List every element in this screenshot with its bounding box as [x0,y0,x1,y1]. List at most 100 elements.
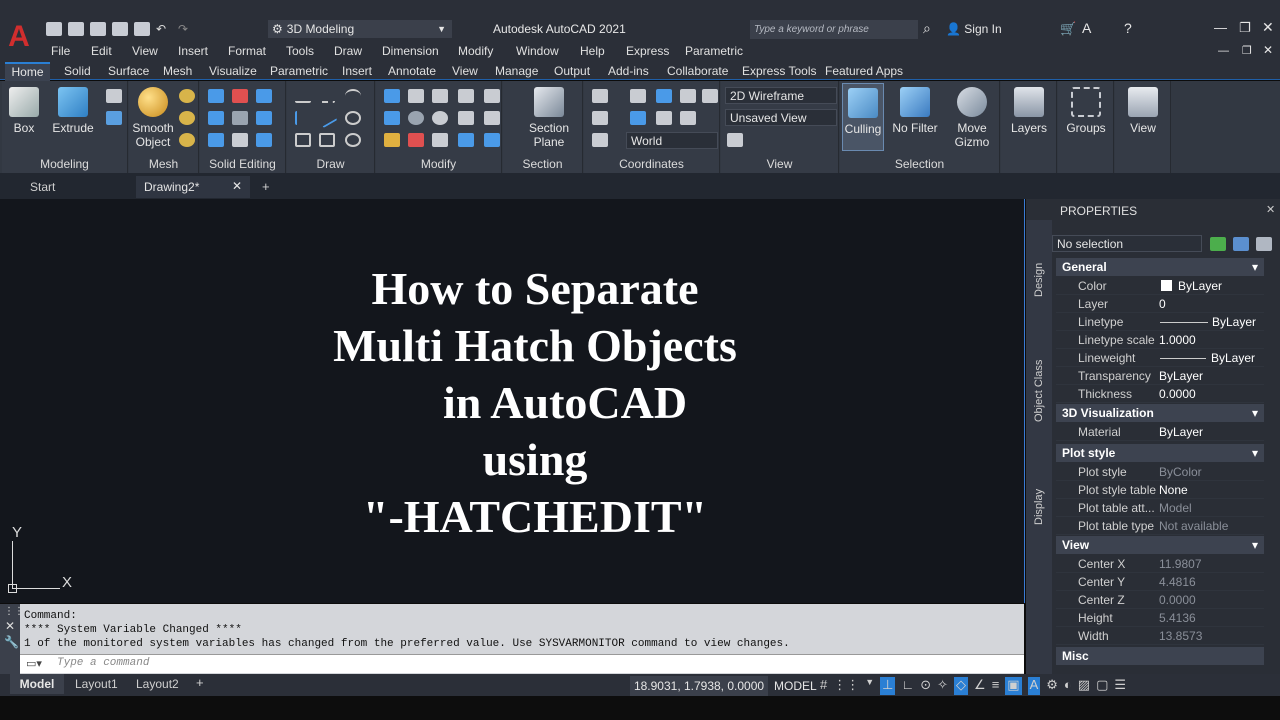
model-tab[interactable]: Model [10,674,64,694]
prop-row[interactable]: Lineweight ByLayer [1056,349,1264,367]
chevron-down-icon[interactable]: ▼ [865,677,874,695]
menu-window[interactable]: Window [516,44,559,58]
minimize-button[interactable]: — [1214,20,1227,35]
command-line-handle[interactable]: ⋮⋮ ✕ 🔧 [0,604,24,674]
subtract-icon[interactable] [232,89,248,103]
cart-icon[interactable]: 🛒 [1060,21,1076,37]
menu-edit[interactable]: Edit [91,44,112,58]
workspace-gear-icon[interactable]: ⚙ [1046,677,1058,695]
hardware-accel-icon[interactable]: ▨ [1078,677,1090,695]
union-icon[interactable] [208,89,224,103]
toggle-pickadd-icon[interactable] [1210,237,1226,251]
search-input[interactable]: Type a keyword or phrase [750,20,918,39]
menu-express[interactable]: Express [626,44,669,58]
circle-icon[interactable] [345,111,361,125]
panel-title-coordinates[interactable]: Coordinates [584,157,719,171]
prop-row[interactable]: Height 5.4136 [1056,609,1264,627]
prop-row[interactable]: Transparency ByLayer [1056,367,1264,385]
tab-surface[interactable]: Surface [108,64,149,78]
scale-icon[interactable] [458,111,474,125]
prop-row[interactable]: Material ByLayer [1056,423,1264,441]
ucs-x-icon[interactable] [630,89,646,103]
extract-edges-icon[interactable] [256,133,272,147]
new-tab-button[interactable]: + [262,179,270,194]
side-tab-object-class[interactable]: Object Class [1033,360,1045,422]
box-button[interactable]: Box [4,87,44,135]
groups-button[interactable]: Groups [1062,87,1110,135]
smooth-less-icon[interactable] [179,111,195,125]
drawing-tab[interactable]: Drawing2* ✕ [136,176,250,198]
ellipse-icon[interactable] [345,133,361,147]
section-misc[interactable]: Misc [1056,647,1264,665]
erase-icon[interactable] [384,133,400,147]
refine-mesh-icon[interactable] [179,133,195,147]
prop-row[interactable]: Center Y 4.4816 [1056,573,1264,591]
extrude-button[interactable]: Extrude [50,87,96,135]
restore-button[interactable]: ❐ [1239,20,1251,36]
fillet-edge-icon[interactable] [208,133,224,147]
selection-cycling-icon[interactable]: ▣ [1005,677,1022,695]
new-file-icon[interactable] [46,22,62,36]
redo-icon[interactable]: ↷ [178,22,194,36]
rectangle-icon[interactable] [319,133,335,147]
mirror-icon[interactable] [384,89,400,103]
command-prompt-icon[interactable]: ▭▾ [26,657,42,670]
section-3d-visualization[interactable]: 3D Visualization ▾ [1056,404,1264,422]
polysolid-icon[interactable] [106,89,122,103]
model-space-button[interactable]: MODEL [774,679,817,693]
prop-row[interactable]: Color ByLayer [1056,277,1264,295]
isolate-icon[interactable]: ◐ [1064,677,1072,695]
smooth-more-icon[interactable] [179,89,195,103]
close-palette-icon[interactable]: ✕ [1266,203,1275,216]
rotate-icon[interactable] [432,111,448,125]
tab-annotate[interactable]: Annotate [388,64,436,78]
menu-format[interactable]: Format [228,44,266,58]
section-view[interactable]: View ▾ [1056,536,1264,554]
clean-screen-icon[interactable]: ▢ [1096,677,1108,695]
polar-icon[interactable]: ⊙ [920,677,931,695]
tab-addins[interactable]: Add-ins [608,64,649,78]
3d-move-icon[interactable] [408,89,424,103]
plot-icon[interactable] [134,22,150,36]
tab-view[interactable]: View [452,64,478,78]
ortho-icon[interactable]: ∟ [901,677,914,695]
tab-output[interactable]: Output [554,64,590,78]
spline-icon[interactable] [295,111,311,125]
grip-icon[interactable]: ⋮⋮ [0,604,24,619]
prop-row[interactable]: Center Z 0.0000 [1056,591,1264,609]
tab-insert[interactable]: Insert [342,64,372,78]
tab-collaborate[interactable]: Collaborate [667,64,728,78]
doc-minimize-button[interactable]: — [1218,45,1229,57]
doc-restore-button[interactable]: ❐ [1242,44,1252,57]
ucs-world-icon[interactable] [592,133,608,147]
doc-close-button[interactable]: ✕ [1263,43,1273,57]
menu-modify[interactable]: Modify [458,44,493,58]
move-gizmo-button[interactable]: Move Gizmo [946,87,998,149]
trim-icon[interactable] [484,89,500,103]
prop-row[interactable]: Plot style ByColor [1056,463,1264,481]
3d-rotate-icon[interactable] [408,111,424,125]
polyline-icon[interactable] [319,89,335,103]
prop-row[interactable]: Width 13.8573 [1056,627,1264,645]
close-command-icon[interactable]: ✕ [0,619,20,633]
polygon-icon[interactable] [295,133,311,147]
panel-title-mesh[interactable]: Mesh [129,157,198,171]
ucs-object-icon[interactable] [592,111,608,125]
prop-row[interactable]: Linetype scale 1.0000 [1056,331,1264,349]
panel-title-modify[interactable]: Modify [376,157,501,171]
customize-menu-icon[interactable]: ☰ [1114,677,1126,695]
shell-icon[interactable] [256,111,272,125]
prop-row[interactable]: Linetype ByLayer [1056,313,1264,331]
quick-select-icon[interactable] [1256,237,1272,251]
panel-title-selection[interactable]: Selection [840,157,999,171]
undo-icon[interactable]: ↶ [156,22,172,36]
ucs-view-icon[interactable] [702,89,718,103]
selection-dropdown[interactable]: No selection [1052,235,1202,252]
panel-title-solid-editing[interactable]: Solid Editing [200,157,285,171]
copy-icon[interactable] [432,133,448,147]
intersect-icon[interactable] [256,89,272,103]
section-plane-button[interactable]: Section Plane [521,87,577,149]
tab-home[interactable]: Home [5,62,50,81]
ray-icon[interactable] [316,107,338,129]
slice-icon[interactable] [208,111,224,125]
